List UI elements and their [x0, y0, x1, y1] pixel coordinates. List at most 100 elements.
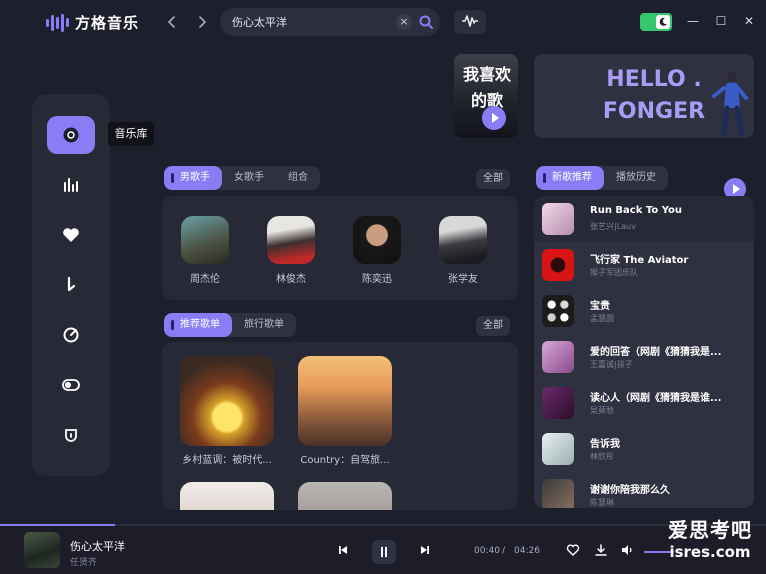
hello-banner: HELLO . FONGER — [534, 54, 754, 138]
app-logo: 方格音乐 — [46, 12, 139, 33]
search-input[interactable] — [232, 15, 392, 29]
sidebar-item-favorites[interactable] — [47, 216, 95, 254]
song-cover — [542, 203, 574, 235]
sidebar-item-charts[interactable] — [47, 166, 95, 204]
total-time: 04:26 — [514, 546, 540, 556]
moon-icon — [656, 15, 670, 29]
previous-icon[interactable] — [336, 542, 350, 556]
minimize-button[interactable]: — — [686, 14, 700, 28]
hello-text: HELLO . FONGER — [584, 64, 724, 128]
maximize-button[interactable]: ☐ — [714, 14, 728, 28]
watermark: 爱思考吧 isres.com — [660, 514, 760, 561]
song-artist: 孟慧圆 — [590, 314, 614, 323]
hello-line-1: HELLO . — [606, 67, 702, 92]
singer-card[interactable]: 陈奕迅 — [347, 216, 407, 285]
chevron-right-icon[interactable] — [194, 14, 210, 30]
playlist-cover — [298, 356, 392, 446]
singer-name: 周杰伦 — [190, 274, 220, 285]
voice-search-button[interactable] — [454, 10, 486, 34]
song-title: 宝贵 — [590, 301, 610, 312]
list-item[interactable]: 飞行家 The Aviator 猴子军团乐队 — [534, 242, 754, 288]
heart-icon — [63, 228, 79, 242]
sidebar-item-about[interactable] — [47, 416, 95, 454]
sidebar — [32, 94, 110, 476]
song-title: Run Back To You — [590, 205, 683, 216]
song-title: 爱的回答（网剧《猜猜我是... — [590, 347, 722, 358]
watermark-en: isres.com — [669, 543, 751, 561]
volume-icon[interactable] — [620, 542, 634, 556]
logo-wave-icon — [46, 13, 69, 33]
app-name: 方格音乐 — [75, 14, 140, 32]
singer-card[interactable]: 张学友 — [433, 216, 493, 285]
sidebar-item-radar[interactable] — [47, 316, 95, 354]
tab-female-singer[interactable]: 女歌手 — [222, 166, 276, 190]
playlist-panel: 乡村蓝调：被时代... Country：自驾旅... — [162, 342, 518, 510]
sidebar-item-settings[interactable] — [47, 366, 95, 404]
playlist-title: Country：自驾旅... — [300, 455, 390, 466]
song-title: 飞行家 The Aviator — [590, 255, 689, 266]
heart-icon[interactable] — [566, 542, 580, 556]
list-item[interactable]: 谢谢你陪我那么久 陈慧琳 — [534, 472, 754, 508]
favorite-songs-banner[interactable]: 我喜欢的歌 — [454, 54, 518, 138]
playlist-card[interactable]: 乡村蓝调：被时代... — [180, 356, 274, 466]
avatar — [267, 216, 315, 264]
theme-toggle[interactable] — [640, 13, 672, 31]
avatar — [439, 216, 487, 264]
song-cover — [542, 387, 574, 419]
list-item[interactable]: 告诉我 林欣彤 — [534, 426, 754, 472]
pause-button[interactable] — [372, 540, 396, 564]
time-separator: / — [502, 546, 506, 556]
song-artist: 陈慧琳 — [590, 498, 614, 507]
tab-male-singer[interactable]: 男歌手 — [164, 166, 222, 190]
singer-name: 张学友 — [448, 274, 478, 285]
toggle-icon — [62, 379, 80, 391]
chevron-left-icon[interactable] — [164, 14, 180, 30]
sidebar-item-music[interactable] — [47, 266, 95, 304]
watermark-cn: 爱思考吧 — [668, 518, 752, 542]
tab-travel-playlists[interactable]: 旅行歌单 — [232, 313, 296, 337]
singer-card[interactable]: 周杰伦 — [175, 216, 235, 285]
now-playing-cover[interactable] — [24, 532, 60, 568]
next-icon[interactable] — [418, 542, 432, 556]
list-item[interactable]: 宝贵 孟慧圆 — [534, 288, 754, 334]
song-cover — [542, 249, 574, 281]
disc-icon — [63, 127, 79, 143]
playlist-cover — [180, 356, 274, 446]
song-list: Run Back To You 张艺兴|Lauv 飞行家 The Aviator… — [534, 196, 754, 508]
song-artist: 林欣彤 — [590, 452, 614, 461]
singer-tabs: 男歌手 女歌手 组合 — [164, 166, 320, 190]
tab-recommended-playlists[interactable]: 推荐歌单 — [164, 313, 232, 337]
tab-play-history[interactable]: 播放历史 — [604, 166, 668, 190]
playlists-all-button[interactable]: 全部 — [476, 316, 510, 336]
progress-track[interactable] — [0, 524, 766, 526]
current-time: 00:40 — [474, 546, 500, 556]
playlist-card[interactable]: Country：自驾旅... — [298, 356, 392, 466]
song-title: 谢谢你陪我那么久 — [590, 485, 670, 496]
avatar — [353, 216, 401, 264]
waveform-icon — [461, 13, 479, 32]
singers-all-button[interactable]: 全部 — [476, 169, 510, 189]
playlist-card[interactable] — [298, 482, 392, 510]
download-icon[interactable] — [594, 542, 608, 556]
person-illustration-icon — [712, 71, 748, 137]
now-playing-artist: 任贤齐 — [70, 558, 98, 568]
playlist-card[interactable] — [180, 482, 274, 510]
search-bar: × — [220, 8, 440, 36]
sidebar-item-library[interactable] — [47, 116, 95, 154]
list-item[interactable]: Run Back To You 张艺兴|Lauv — [534, 196, 754, 242]
close-button[interactable]: ✕ — [742, 14, 756, 28]
song-cover — [542, 433, 574, 465]
singer-card[interactable]: 林俊杰 — [261, 216, 321, 285]
tab-new-songs[interactable]: 新歌推荐 — [536, 166, 604, 190]
list-item[interactable]: 读心人（网剧《猜猜我是谁... 吴莫愁 — [534, 380, 754, 426]
play-icon[interactable] — [482, 106, 506, 130]
song-title: 读心人（网剧《猜猜我是谁... — [590, 393, 722, 404]
hello-line-2: FONGER — [602, 99, 706, 124]
search-icon[interactable] — [418, 14, 434, 30]
playlist-cover — [180, 482, 274, 510]
list-item[interactable]: 爱的回答（网剧《猜猜我是... 王嘉诚|孩子 — [534, 334, 754, 380]
tab-group[interactable]: 组合 — [276, 166, 320, 190]
player-bar: 伤心太平洋 任贤齐 00:40 / 04:26 — [0, 524, 766, 574]
close-icon[interactable]: × — [396, 14, 412, 30]
singer-name: 陈奕迅 — [362, 274, 392, 285]
